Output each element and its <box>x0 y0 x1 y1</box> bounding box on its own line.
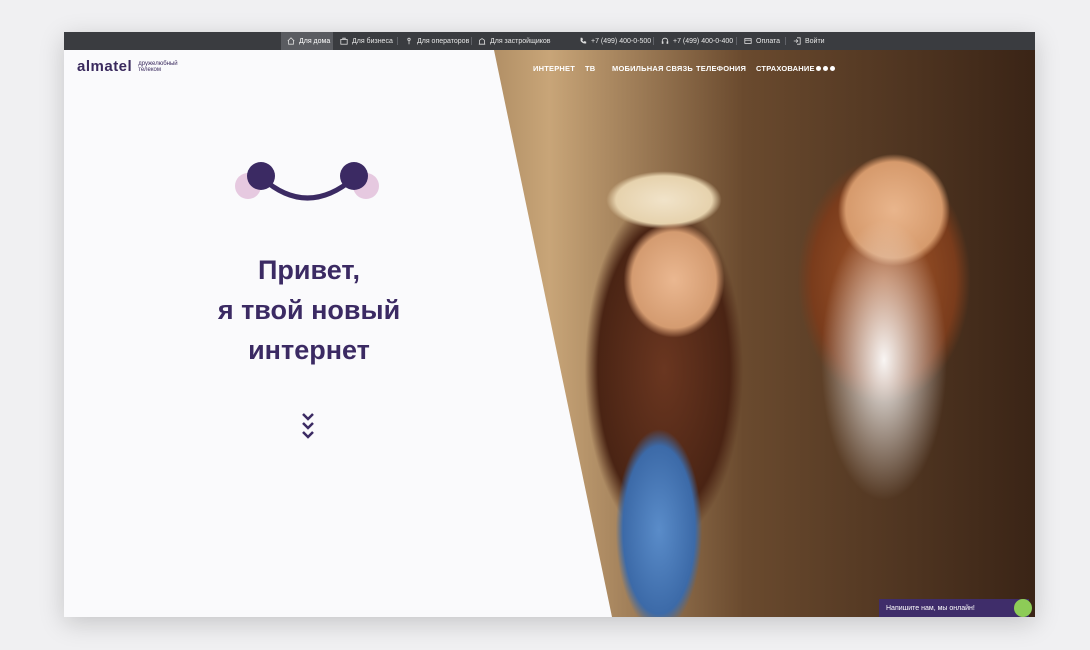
scroll-down-icon[interactable] <box>301 412 315 442</box>
page-frame: Для дома Для бизнеса Для операторов Для … <box>64 32 1035 617</box>
segment-developers-label: Для застройщиков <box>490 37 551 45</box>
headset-icon <box>661 37 669 44</box>
segment-home-label: Для дома <box>299 37 331 45</box>
segment-business-label: Для бизнеса <box>352 37 393 45</box>
logo[interactable]: almatel дружелюбный телеком <box>77 58 178 75</box>
logo-wordmark: almatel <box>77 58 133 75</box>
divider <box>653 37 654 45</box>
phone-2[interactable]: +7 (499) 400-0-400 <box>661 32 733 50</box>
divider <box>397 37 398 45</box>
phone-1-text: +7 (499) 400-0-500 <box>591 37 652 45</box>
payment-label: Оплата <box>756 37 781 45</box>
phone-1[interactable]: +7 (499) 400-0-500 <box>579 32 651 50</box>
briefcase-icon <box>340 37 348 45</box>
smile-icon <box>235 162 379 201</box>
divider <box>471 37 472 45</box>
nav-insurance[interactable]: СТРАХОВАНИЕ <box>756 64 815 74</box>
building-icon <box>478 38 486 45</box>
segment-home[interactable]: Для дома <box>281 32 333 50</box>
chat-widget-button[interactable]: Напишите нам, мы онлайн! <box>879 599 1029 617</box>
segment-business[interactable]: Для бизнеса <box>340 32 393 50</box>
hero-line-1: Привет, <box>257 255 361 285</box>
nav-tv[interactable]: ТВ <box>585 64 595 74</box>
chat-status-icon <box>1014 599 1032 617</box>
login-label: Войти <box>805 37 825 45</box>
phone-icon <box>580 37 587 44</box>
segment-operators[interactable]: Для операторов <box>405 32 469 50</box>
phone-2-text: +7 (499) 400-0-400 <box>673 37 734 45</box>
segment-developers[interactable]: Для застройщиков <box>478 32 551 50</box>
nav-telephony[interactable]: ТЕЛЕФОНИЯ <box>696 64 746 74</box>
segment-operators-label: Для операторов <box>417 37 470 45</box>
hero-line-3: интернет <box>248 335 370 365</box>
chat-label: Напишите нам, мы онлайн! <box>886 604 975 612</box>
payment-link[interactable]: Оплата <box>744 32 780 50</box>
hero-heading: Привет, я твой новый интернет <box>184 250 434 370</box>
logo-tagline: дружелюбный телеком <box>138 61 177 73</box>
more-menu-icon[interactable] <box>816 66 835 71</box>
hero-line-2: я твой новый <box>217 295 401 325</box>
top-bar: Для дома Для бизнеса Для операторов Для … <box>64 32 1035 50</box>
nav-mobile[interactable]: МОБИЛЬНАЯ СВЯЗЬ <box>612 64 693 74</box>
divider <box>785 37 786 45</box>
house-icon <box>287 37 295 45</box>
card-icon <box>744 38 752 44</box>
login-icon <box>793 37 801 45</box>
antenna-icon <box>407 37 411 45</box>
login-link[interactable]: Войти <box>793 32 825 50</box>
divider <box>736 37 737 45</box>
logo-tagline-line2: телеком <box>138 67 162 73</box>
nav-internet[interactable]: ИНТЕРНЕТ <box>533 64 575 74</box>
